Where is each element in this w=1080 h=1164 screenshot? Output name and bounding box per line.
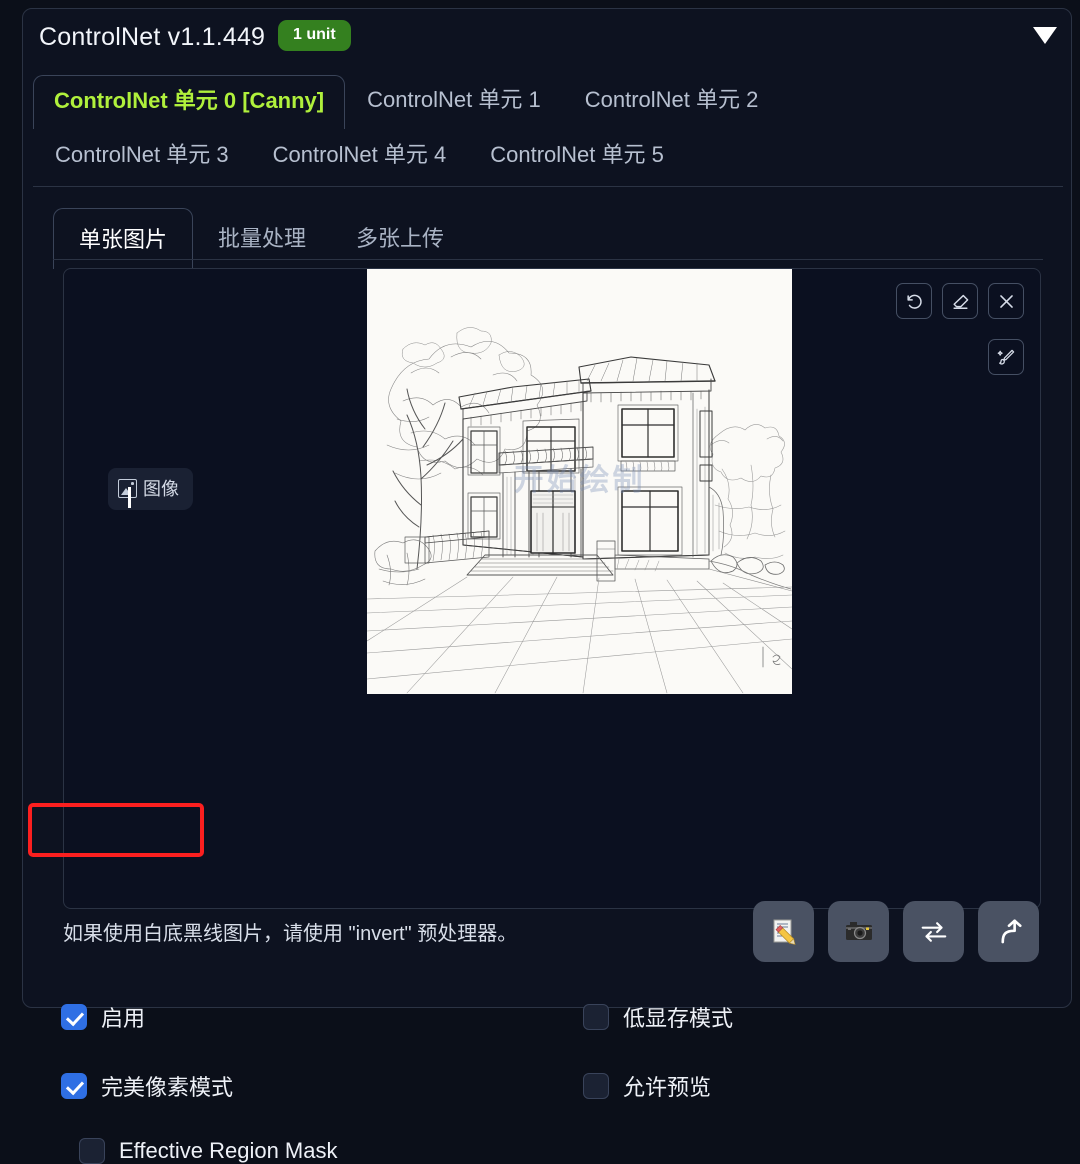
image-toolbar [896,283,1024,319]
checkbox-allow-preview-label: 允许预览 [623,1075,712,1100]
eraser-icon[interactable] [942,283,978,319]
image-dropzone[interactable]: 开始绘制 图像 [63,268,1041,909]
swap-button[interactable] [903,901,964,962]
camera-button[interactable] [828,901,889,962]
unit-tabs: ControlNet 单元 0 [Canny] ControlNet 单元 1 … [33,75,1063,185]
checkbox-pixel-perfect-label: 完美像素模式 [101,1075,234,1100]
unit-tabs-row-2: ControlNet 单元 3 ControlNet 单元 4 ControlN… [33,130,1063,185]
checkbox-low-vram-box[interactable] [583,1004,609,1030]
chevron-down-icon[interactable] [1033,27,1057,44]
image-source-label[interactable]: 图像 [108,468,193,510]
text-cursor [128,487,131,508]
uploaded-image[interactable]: 开始绘制 [367,269,792,694]
checkbox-pixel-perfect-box[interactable] [61,1073,87,1099]
checkbox-effective-region-mask[interactable]: Effective Region Mask [79,1138,337,1164]
source-tabs-divider [53,259,1043,260]
memo-button[interactable] [753,901,814,962]
checkbox-enable-box[interactable] [61,1004,87,1030]
tab-controlnet-unit-1[interactable]: ControlNet 单元 1 [345,75,563,127]
tab-controlnet-unit-3[interactable]: ControlNet 单元 3 [33,130,251,182]
checkbox-effective-region-mask-label: Effective Region Mask [119,1138,338,1163]
checkbox-pixel-perfect[interactable]: 完美像素模式 [61,1070,233,1102]
checkbox-low-vram[interactable]: 低显存模式 [583,1001,733,1033]
tab-controlnet-unit-4[interactable]: ControlNet 单元 4 [251,130,469,182]
page-title: ControlNet v1.1.449 [39,23,266,51]
tab-controlnet-unit-2[interactable]: ControlNet 单元 2 [563,75,781,127]
unit-count-badge: 1 unit [278,20,351,51]
checkbox-allow-preview-box[interactable] [583,1073,609,1099]
image-label-text: 图像 [143,479,179,499]
controlnet-panel: ControlNet v1.1.449 1 unit ControlNet 单元… [0,0,1080,1164]
unit-body: 单张图片 批量处理 多张上传 开始绘制 图像 如果使用白底黑线图片，请使用 "i… [33,186,1063,1164]
tab-controlnet-unit-0[interactable]: ControlNet 单元 0 [Canny] [33,75,346,130]
checkbox-low-vram-label: 低显存模式 [623,1006,734,1031]
close-icon[interactable] [988,283,1024,319]
accordion-header[interactable]: ControlNet v1.1.449 1 unit [23,9,1071,71]
action-buttons [753,901,1039,962]
brush-sparkle-icon[interactable] [988,339,1024,375]
undo-icon[interactable] [896,283,932,319]
checkbox-enable-label: 启用 [101,1006,146,1031]
tab-controlnet-unit-5[interactable]: ControlNet 单元 5 [468,130,686,182]
upload-arrow-button[interactable] [978,901,1039,962]
unit-tabs-row-1: ControlNet 单元 0 [Canny] ControlNet 单元 1 … [33,75,1063,130]
invert-hint-text: 如果使用白底黑线图片，请使用 "invert" 预处理器。 [63,923,518,945]
image-toolbar-secondary [988,339,1024,375]
checkbox-effective-region-mask-box[interactable] [79,1138,105,1164]
controlnet-accordion: ControlNet v1.1.449 1 unit ControlNet 单元… [22,8,1072,1164]
checkbox-enable[interactable]: 启用 [61,1001,145,1033]
checkbox-allow-preview[interactable]: 允许预览 [583,1070,711,1102]
